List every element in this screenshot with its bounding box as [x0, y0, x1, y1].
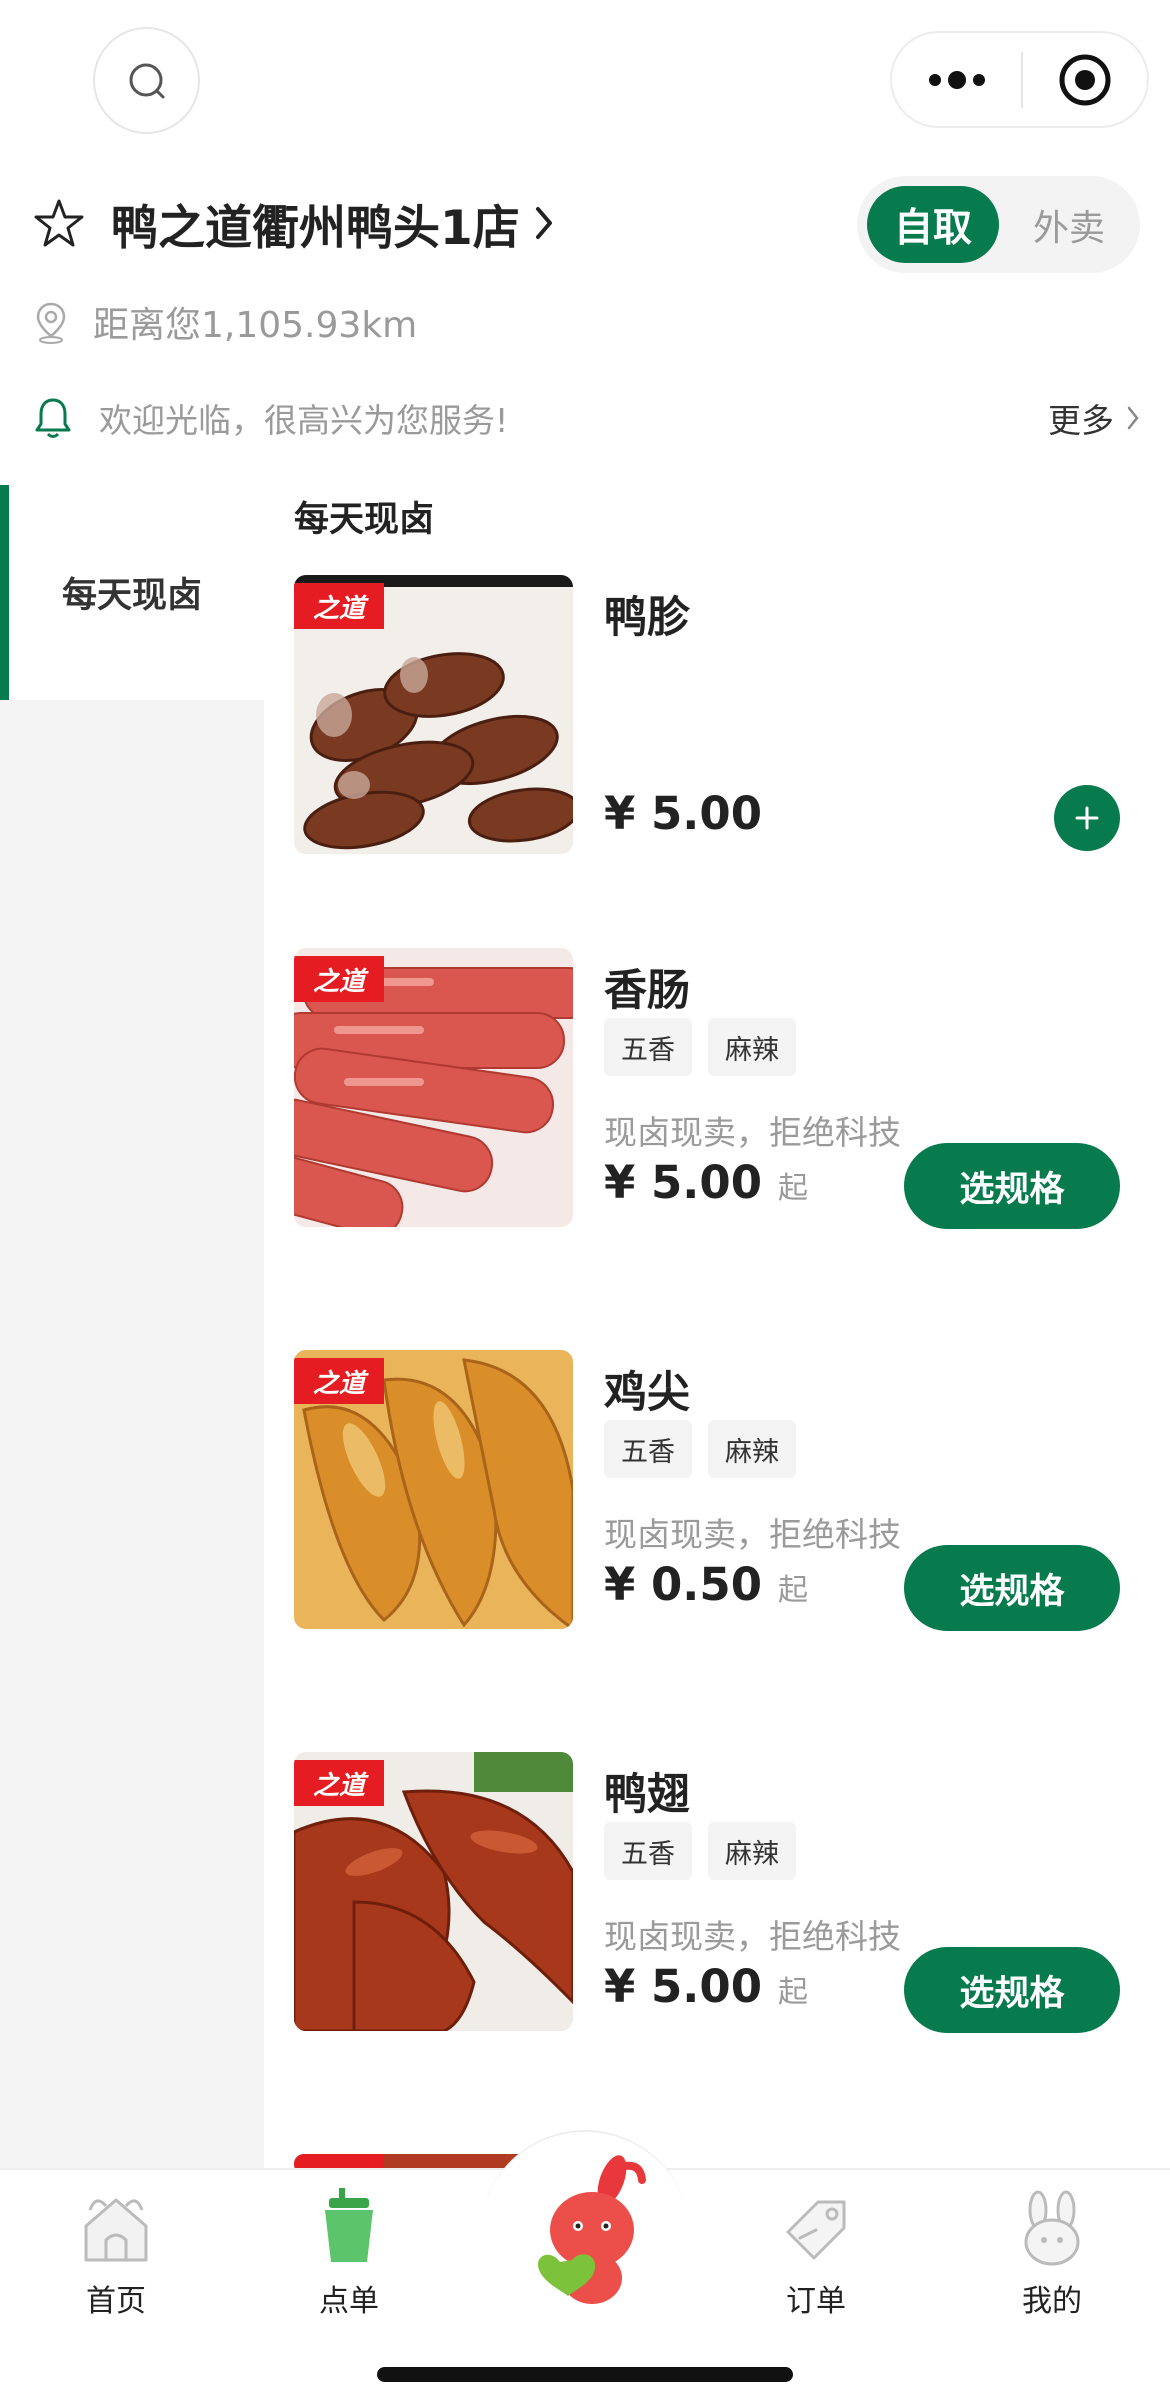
section-title: 每天现卤 [294, 500, 435, 540]
tab-label: 订单 [786, 2284, 846, 2319]
product-name: 鸭翅 [604, 1770, 690, 1820]
product-image-chicken-wingtip[interactable]: 之道 [294, 1350, 573, 1629]
flavor-tag: 麻辣 [708, 1018, 796, 1076]
list-item[interactable]: 之道 鸭翅 五香 麻辣 现卤现卖，拒绝科技 ¥ 5.00 起 选规格 [294, 1752, 1144, 2033]
flavor-tag: 五香 [604, 1822, 692, 1880]
distance-row: 距离您1,105.93km [33, 292, 417, 352]
flavor-tag: 麻辣 [708, 1420, 796, 1478]
tab-label: 我的 [1022, 2284, 1082, 2319]
product-name: 香肠 [604, 966, 690, 1016]
price-suffix: 起 [778, 1573, 809, 1608]
list-item[interactable]: 之道 香肠 五香 麻辣 现卤现卖，拒绝科技 ¥ 5.00 起 选规格 [294, 948, 1144, 1229]
product-price: ¥ 5.00 起 [604, 1156, 808, 1209]
tab-orders[interactable]: 订单 [731, 2188, 901, 2320]
mode-pickup-button[interactable]: 自取 [867, 186, 999, 263]
sidebar-item-label: 每天现卤 [61, 576, 202, 616]
price-amount: ¥ 5.00 [604, 1960, 763, 2013]
brand-tag: 之道 [294, 1358, 384, 1404]
list-item[interactable]: 之道 鸭胗 ¥ 5.00 [294, 575, 1144, 855]
brand-tag: 之道 [294, 1760, 384, 1806]
product-description: 现卤现卖，拒绝科技 [604, 1917, 901, 1956]
notice-row: 欢迎光临，很高兴为您服务! 更多 [33, 388, 1140, 448]
flavor-tags: 五香 麻辣 [604, 1822, 812, 1880]
star-icon[interactable] [33, 198, 85, 248]
category-sidebar: 每天现卤 [0, 485, 264, 2170]
product-description: 现卤现卖，拒绝科技 [604, 1113, 901, 1152]
flavor-tag: 五香 [604, 1420, 692, 1478]
more-link[interactable]: 更多 [1048, 394, 1140, 442]
list-item[interactable]: 之道 鸡尖 五香 麻辣 现卤现卖，拒绝科技 ¥ 0.50 起 选规格 [294, 1350, 1144, 1631]
tab-order[interactable]: 点单 [264, 2188, 434, 2320]
product-description: 现卤现卖，拒绝科技 [604, 1515, 901, 1554]
mode-delivery-button[interactable]: 外卖 [1009, 186, 1129, 263]
price-amount: ¥ 0.50 [604, 1558, 763, 1611]
product-image-sausage[interactable]: 之道 [294, 948, 573, 1227]
price-amount: ¥ 5.00 [604, 1156, 763, 1209]
tab-mascot[interactable] [520, 2150, 660, 2310]
product-price: ¥ 5.00 [604, 787, 762, 840]
tab-label: 首页 [86, 2284, 146, 2319]
rabbit-profile-icon [1024, 2190, 1080, 2266]
search-icon [129, 63, 164, 98]
product-image-duck-wing[interactable]: 之道 [294, 1752, 573, 2031]
product-name: 鸭胗 [604, 593, 690, 643]
flavor-tag: 五香 [604, 1018, 692, 1076]
close-miniprogram-button[interactable] [1023, 33, 1147, 126]
tab-home[interactable]: 首页 [31, 2188, 201, 2320]
chevron-right-icon [535, 207, 552, 239]
location-pin-icon [36, 302, 66, 344]
product-name: 鸡尖 [604, 1368, 690, 1418]
store-distance: 距离您1,105.93km [93, 305, 418, 346]
sidebar-item-daily-braised[interactable]: 每天现卤 [0, 485, 264, 700]
price-suffix: 起 [778, 1975, 809, 2010]
chevron-right-icon [1127, 406, 1139, 430]
tab-label: 点单 [319, 2284, 379, 2319]
product-list: 每天现卤 之道 鸭胗 ¥ 5.00 之道 香肠 五香 麻辣 现卤现卖，拒绝科技 … [264, 485, 1170, 2170]
more-label: 更多 [1048, 401, 1114, 440]
store-name[interactable]: 鸭之道衢州鸭头1店 [111, 189, 520, 258]
mascot-rabbit-icon [538, 2155, 646, 2304]
select-spec-button[interactable]: 选规格 [904, 1947, 1120, 2033]
order-mode-toggle: 自取 外卖 [857, 176, 1140, 273]
brand-tag: 之道 [294, 956, 384, 1002]
select-spec-button[interactable]: 选规格 [904, 1545, 1120, 1631]
welcome-notice: 欢迎光临，很高兴为您服务! [99, 401, 509, 440]
brand-tag: 之道 [294, 583, 384, 629]
order-cup-icon [325, 2188, 373, 2262]
miniprogram-capsule [890, 31, 1149, 128]
product-price: ¥ 0.50 起 [604, 1558, 808, 1611]
target-icon [1059, 54, 1111, 105]
add-to-cart-button[interactable] [1054, 785, 1120, 851]
more-dots-icon [928, 70, 985, 89]
flavor-tag: 麻辣 [708, 1822, 796, 1880]
flavor-tags: 五香 麻辣 [604, 1018, 812, 1076]
search-button[interactable] [93, 27, 200, 134]
active-indicator [0, 485, 9, 700]
home-icon [84, 2198, 148, 2262]
select-spec-button[interactable]: 选规格 [904, 1143, 1120, 1229]
product-image-duck-gizzard[interactable]: 之道 [294, 575, 573, 854]
flavor-tags: 五香 麻辣 [604, 1420, 812, 1478]
plus-icon [1075, 806, 1099, 830]
home-indicator [377, 2367, 793, 2382]
product-price: ¥ 5.00 起 [604, 1960, 808, 2013]
price-suffix: 起 [778, 1171, 809, 1206]
tab-profile[interactable]: 我的 [967, 2188, 1137, 2320]
price-amount: ¥ 5.00 [604, 787, 763, 840]
store-header[interactable]: 鸭之道衢州鸭头1店 [33, 190, 554, 256]
more-button[interactable] [892, 33, 1021, 126]
tag-icon [786, 2200, 846, 2260]
bell-icon [35, 398, 71, 438]
